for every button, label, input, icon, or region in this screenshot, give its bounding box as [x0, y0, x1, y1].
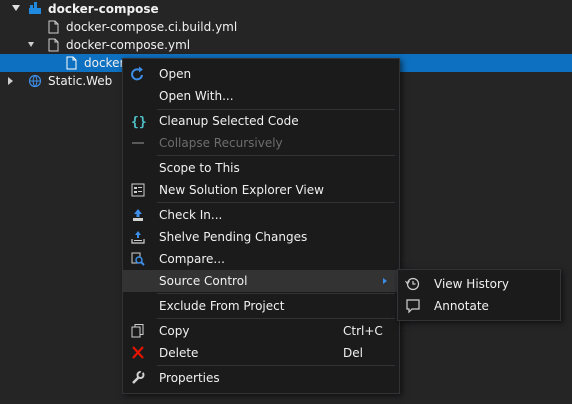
annotate-icon [406, 299, 420, 314]
check-in-icon [133, 209, 143, 221]
menu-separator [157, 155, 395, 156]
history-icon [405, 277, 420, 291]
menu-item-shortcut: Del [343, 346, 363, 360]
copy-icon [131, 324, 144, 338]
menu-item-shelve-pending-changes[interactable]: Shelve Pending Changes [123, 226, 399, 248]
tree-item-ci-build-yml[interactable]: docker-compose.ci.build.yml [0, 18, 572, 36]
menu-separator [157, 293, 395, 294]
menu-item-label: Check In... [159, 208, 223, 222]
menu-item-scope-to-this[interactable]: Scope to This [123, 157, 399, 179]
submenu-arrow-icon [383, 278, 387, 284]
tree-item-docker-compose[interactable]: docker-compose [0, 0, 572, 18]
menu-item-label: New Solution Explorer View [159, 183, 324, 197]
menu-item-label: Shelve Pending Changes [159, 230, 308, 244]
file-icon [66, 56, 77, 70]
menu-item-label: Copy [159, 324, 190, 338]
menu-item-open-with[interactable]: Open With... [123, 85, 399, 107]
menu-item-copy[interactable]: Copy Ctrl+C [123, 320, 399, 342]
submenu-item-annotate[interactable]: Annotate [398, 295, 560, 317]
collapsed-arrow-icon[interactable] [8, 77, 13, 85]
menu-item-source-control[interactable]: Source Control [123, 270, 399, 292]
menu-item-open[interactable]: Open [123, 63, 399, 85]
menu-item-exclude-from-project[interactable]: Exclude From Project [123, 295, 399, 317]
source-control-submenu: View History Annotate [397, 269, 561, 321]
menu-separator [157, 318, 395, 319]
wrench-icon [132, 370, 145, 384]
delete-icon [132, 346, 144, 359]
menu-item-label: Properties [159, 371, 220, 385]
file-icon [48, 20, 59, 34]
menu-item-cleanup-selected-code[interactable]: {} Cleanup Selected Code [123, 110, 399, 132]
context-menu: Open Open With... {} Cleanup Selected Co… [122, 58, 400, 394]
menu-item-delete[interactable]: Delete Del [123, 342, 399, 364]
compare-icon [131, 252, 145, 266]
tree-item-label: Static.Web [48, 74, 113, 88]
menu-item-shortcut: Ctrl+C [343, 324, 383, 338]
menu-item-label: Exclude From Project [159, 299, 285, 313]
expanded-arrow-icon[interactable] [28, 42, 34, 47]
svg-text:{}: {} [131, 115, 147, 129]
tree-item-docker-compose-yml[interactable]: docker-compose.yml [0, 36, 572, 54]
menu-item-label: Open With... [159, 89, 234, 103]
menu-item-properties[interactable]: Properties [123, 367, 399, 389]
braces-icon: {} [131, 115, 147, 129]
menu-item-new-solution-explorer-view[interactable]: New Solution Explorer View [123, 179, 399, 201]
menu-item-label: Cleanup Selected Code [159, 114, 299, 128]
menu-item-compare[interactable]: Compare... [123, 248, 399, 270]
menu-item-label: Source Control [159, 274, 248, 288]
menu-separator [157, 202, 395, 203]
expanded-arrow-icon[interactable] [12, 5, 20, 11]
menu-item-label: Annotate [434, 299, 489, 313]
solution-explorer-icon [131, 183, 145, 197]
open-redo-icon [131, 66, 143, 81]
menu-item-label: Compare... [159, 252, 225, 266]
menu-item-label: Open [159, 67, 192, 81]
docker-project-icon [29, 2, 41, 14]
collapse-icon [132, 142, 144, 144]
menu-item-label: View History [434, 277, 509, 291]
tree-item-label: docker-compose.yml [66, 38, 191, 52]
menu-item-label: Scope to This [159, 161, 240, 175]
tree-item-label: docker-compose.ci.build.yml [66, 20, 238, 34]
submenu-item-view-history[interactable]: View History [398, 273, 560, 295]
menu-item-label: Collapse Recursively [159, 136, 283, 150]
tree-item-label: docker-compose [48, 2, 159, 16]
menu-item-collapse-recursively: Collapse Recursively [123, 132, 399, 154]
menu-item-check-in[interactable]: Check In... [123, 204, 399, 226]
menu-item-label: Delete [159, 346, 199, 360]
web-project-icon [28, 74, 42, 88]
menu-separator [157, 365, 395, 366]
shelve-icon [131, 231, 145, 244]
file-icon [48, 38, 59, 52]
